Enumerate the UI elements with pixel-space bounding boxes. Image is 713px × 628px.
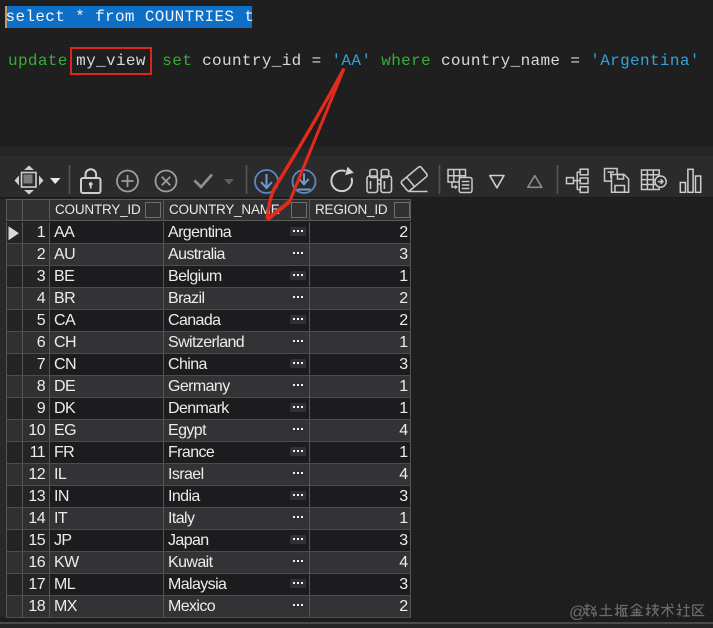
svg-text:@: @ [569,603,586,622]
